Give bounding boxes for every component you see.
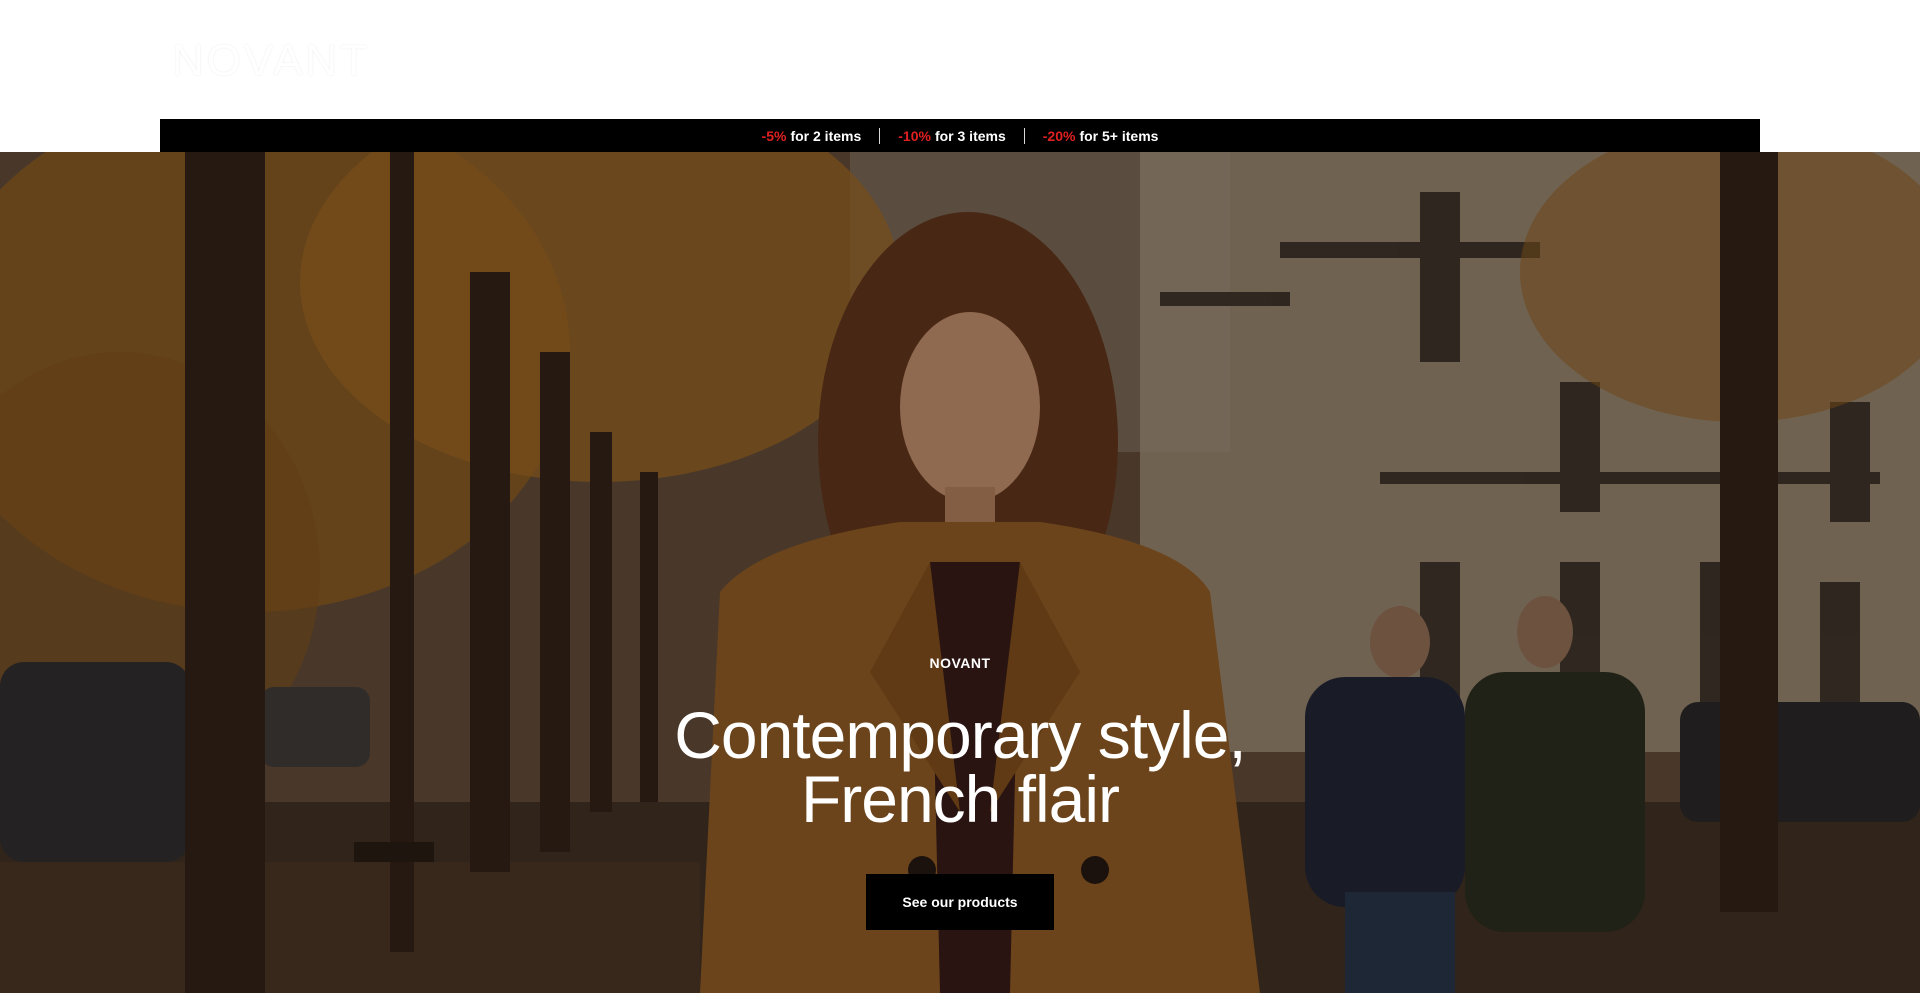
hero-title-line-1: Contemporary style,	[674, 698, 1247, 772]
promo-discount: -10%	[898, 127, 931, 144]
promo-bar: -5% for 2 items -10% for 3 items -20% fo…	[160, 119, 1760, 152]
promo-discount: -5%	[761, 127, 787, 144]
promo-separator	[1023, 127, 1025, 144]
hero-eyebrow: NOVANT	[929, 655, 991, 671]
promo-item-2-items: -5% for 2 items	[744, 128, 880, 144]
promo-text: for 2 items	[790, 127, 862, 144]
promo-item-3-items: -10% for 3 items	[880, 128, 1024, 144]
promo-text: for 5+ items	[1079, 127, 1159, 144]
see-products-button[interactable]: See our products	[866, 874, 1054, 930]
hero-section: NOVANT Contemporary style, French flair …	[0, 152, 1920, 993]
brand-logo[interactable]: NOVANT	[172, 36, 370, 86]
promo-item-5-items: -20% for 5+ items	[1025, 128, 1177, 144]
hero-content: NOVANT Contemporary style, French flair …	[0, 152, 1920, 993]
hero-title-line-2: French flair	[800, 762, 1120, 836]
promo-separator	[879, 127, 881, 144]
hero-title: Contemporary style, French flair	[0, 698, 1920, 836]
promo-discount: -20%	[1042, 127, 1076, 144]
promo-text: for 3 items	[934, 127, 1006, 144]
site-header: NOVANT	[0, 0, 1920, 119]
